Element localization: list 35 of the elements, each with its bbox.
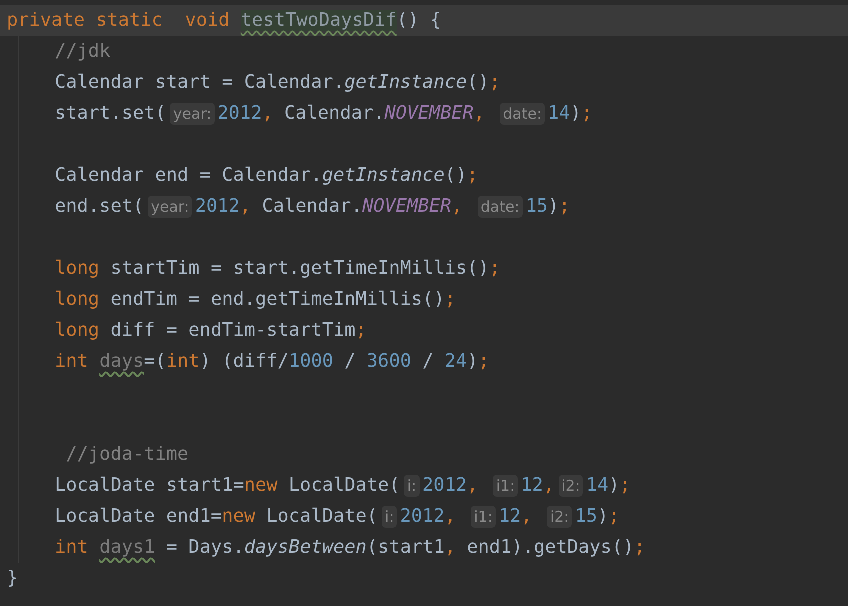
code-text: 2012, Calendar.NOVEMBER, [195, 196, 464, 217]
parameter-hint: i2: [558, 474, 584, 496]
code-text: 15); [575, 506, 620, 527]
parameter-hint: year: [170, 102, 215, 124]
code-text: LocalDate start1=new LocalDate( [55, 475, 400, 496]
parameter-hint: date: [478, 196, 523, 218]
parameter-hint: i2: [547, 506, 572, 528]
code-text: 2012, [422, 475, 480, 496]
parameter-hint: year: [148, 196, 192, 218]
code-text: 14); [548, 103, 593, 124]
code-text: private static void testTwoDaysDif() { [7, 10, 442, 31]
code-text: 12, [498, 506, 534, 527]
code-text: long endTim = end.getTimeInMillis(); [55, 289, 456, 310]
code-text: end.set( [55, 196, 144, 217]
parameter-hint: date: [500, 102, 546, 124]
code-text: 15); [526, 196, 570, 217]
code-text: 2012, [400, 506, 457, 527]
code-text: } [7, 568, 18, 589]
code-text: LocalDate end1=new LocalDate( [55, 506, 378, 527]
code-text: long startTim = start.getTimeInMillis(); [55, 258, 501, 279]
code-text: //jdk [55, 41, 111, 62]
code-text: Calendar start = Calendar.getInstance(); [55, 72, 501, 93]
code-text: int days=(int) (diff/1000 / 3600 / 24); [55, 351, 490, 372]
code-text: long diff = endTim-startTim; [55, 320, 367, 341]
code-text: int days1 = Days.daysBetween(start1, end1).getDays(); [55, 537, 646, 558]
code-text: Calendar end = Calendar.getInstance(); [55, 165, 478, 186]
code-text: 14); [586, 475, 631, 496]
parameter-hint: i1: [471, 506, 496, 528]
code-text: 2012, Calendar.NOVEMBER, [218, 103, 486, 124]
parameter-hint: i1: [493, 474, 518, 496]
parameter-hint: i: [404, 474, 420, 496]
code-text: 12, [521, 475, 555, 496]
code-text: start.set( [55, 103, 166, 124]
parameter-hint: i: [382, 506, 398, 528]
code-text: //joda-time [65, 444, 189, 465]
